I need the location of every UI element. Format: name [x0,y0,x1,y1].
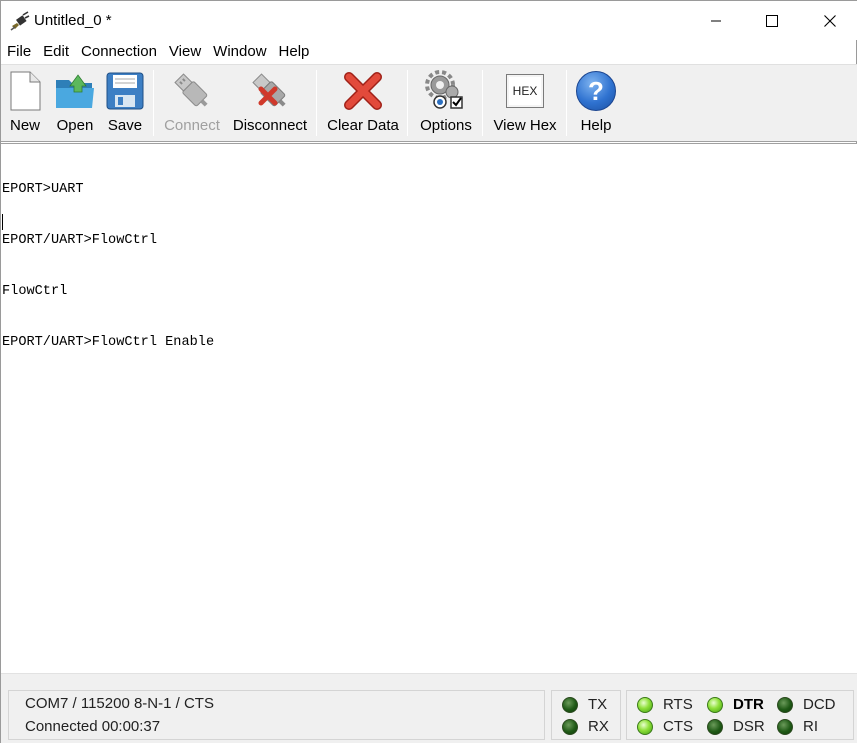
disconnect-icon [252,73,286,107]
app-plug-icon [10,11,30,31]
menu-window[interactable]: Window [207,40,272,64]
hex-icon: HEX [506,74,544,108]
dsr-label: DSR [733,718,765,735]
dtr-label: DTR [733,696,764,713]
terminal-output[interactable]: EPORT>UART EPORT/UART>FlowCtrl FlowCtrl … [1,143,857,673]
terminal-line: EPORT/UART>FlowCtrl [2,233,157,248]
connect-button[interactable]: Connect [162,65,222,141]
connection-status-text: Connected 00:00:37 [25,718,161,735]
cts-indicator: CTS [637,718,693,735]
help-button[interactable]: ? Help [574,65,618,141]
help-question-icon: ? [576,71,616,111]
toolbar-separator [316,70,317,136]
tx-label: TX [588,696,608,713]
dsr-indicator: DSR [707,718,765,735]
menu-file[interactable]: File [1,40,37,64]
cts-label: CTS [663,718,693,735]
text-cursor [2,214,3,230]
maximize-button[interactable] [743,1,801,41]
options-label: Options [420,117,472,134]
rts-led [637,696,653,713]
menu-edit[interactable]: Edit [37,40,75,64]
window-title: Untitled_0 * [34,12,112,29]
options-gears-icon [425,70,463,109]
usb-plug-icon [174,73,208,107]
save-button[interactable]: Save [105,65,145,141]
open-label: Open [56,117,94,134]
view-hex-button[interactable]: HEX View Hex [491,65,559,141]
menu-view[interactable]: View [163,40,207,64]
close-button[interactable] [801,1,857,41]
clear-data-label: Clear Data [327,117,399,134]
disconnect-button[interactable]: Disconnect [232,65,308,141]
clear-x-icon [344,72,382,110]
tx-led [562,696,578,713]
terminal-line: FlowCtrl [2,284,68,299]
app-window: Untitled_0 * File Edit Connection View W… [0,0,857,743]
save-disk-icon [106,72,144,110]
close-icon [824,15,836,27]
save-label: Save [107,117,143,134]
dtr-led [707,696,723,713]
terminal-lines: EPORT>UART EPORT/UART>FlowCtrl FlowCtrl … [2,147,214,385]
dcd-label: DCD [803,696,836,713]
options-button[interactable]: Options [417,65,475,141]
menu-connection[interactable]: Connection [75,40,163,64]
connect-label: Connect [164,117,220,134]
control-lines-panel: RTS CTS DTR DSR DCD RI [626,690,854,740]
toolbar-separator [153,70,154,136]
new-button[interactable]: New [5,65,45,141]
help-icon-text: ? [588,75,604,106]
open-folder-icon [56,74,94,108]
view-hex-label: View Hex [493,117,557,134]
rx-indicator: RX [562,718,609,735]
hex-icon-text: HEX [512,84,538,98]
disconnect-label: Disconnect [232,117,308,134]
clear-data-button[interactable]: Clear Data [325,65,401,141]
status-bar: COM7 / 115200 8-N-1 / CTS Connected 00:0… [1,673,857,743]
help-label: Help [580,117,612,134]
menu-help[interactable]: Help [273,40,316,64]
cts-led [637,718,653,735]
dsr-led [707,718,723,735]
maximize-icon [766,15,778,27]
title-bar: Untitled_0 * [1,0,857,40]
ri-label: RI [803,718,818,735]
rts-indicator[interactable]: RTS [637,696,693,713]
toolbar-separator [482,70,483,136]
minimize-icon [711,20,721,22]
new-label: New [9,117,40,134]
rts-label: RTS [663,696,693,713]
dcd-indicator: DCD [777,696,836,713]
terminal-line: EPORT>UART [2,182,84,197]
ri-indicator: RI [777,718,818,735]
dtr-indicator[interactable]: DTR [707,696,764,713]
menu-bar: File Edit Connection View Window Help [1,40,857,64]
port-settings-text: COM7 / 115200 8-N-1 / CTS [25,695,214,712]
toolbar-separator [407,70,408,136]
txrx-panel: TX RX [551,690,621,740]
tx-indicator: TX [562,696,607,713]
open-button[interactable]: Open [53,65,97,141]
connection-info-panel: COM7 / 115200 8-N-1 / CTS Connected 00:0… [8,690,545,740]
dcd-led [777,696,793,713]
minimize-button[interactable] [687,1,745,41]
ri-led [777,718,793,735]
new-file-icon [10,71,41,111]
rx-led [562,718,578,735]
toolbar-separator [566,70,567,136]
terminal-line: EPORT/UART>FlowCtrl Enable [2,335,215,350]
rx-label: RX [588,718,609,735]
toolbar: New Open Save Connect Disconnect Clear D… [1,64,857,142]
